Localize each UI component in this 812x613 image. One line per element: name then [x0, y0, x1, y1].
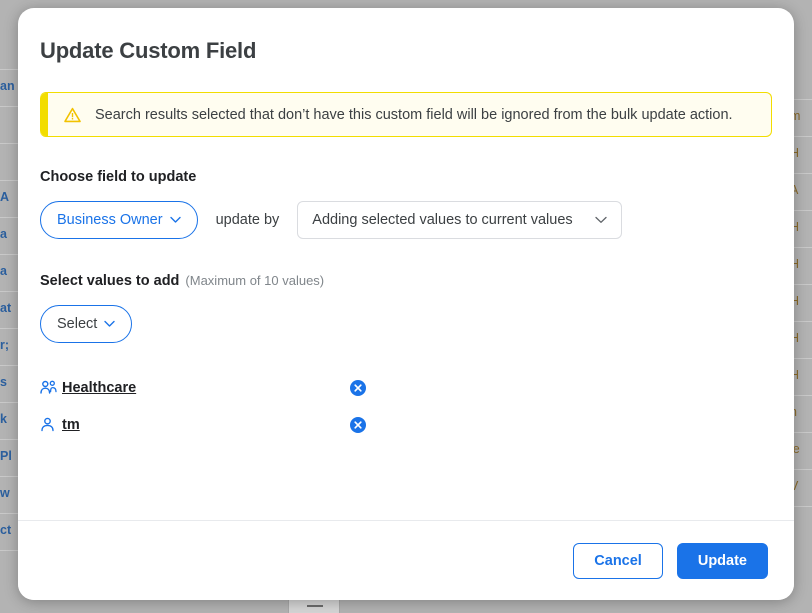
value-label[interactable]: tm [62, 417, 80, 433]
background-bottom-bar [0, 600, 812, 613]
background-taskbar-tab [288, 600, 340, 613]
select-values-label: Select values to add (Maximum of 10 value… [40, 273, 772, 289]
choose-field-row: Business Owner update by Adding selected… [40, 201, 772, 239]
background-text-fragment: A [0, 190, 10, 204]
background-text-fragment: ct [0, 523, 12, 537]
select-values-title: Select values to add [40, 273, 180, 289]
background-text-fragment: s [0, 375, 7, 389]
chevron-down-icon [104, 316, 116, 332]
page-title: Update Custom Field [40, 38, 257, 63]
update-button[interactable]: Update [676, 542, 768, 579]
dialog-footer: Cancel Update [18, 520, 794, 600]
field-select-value: Business Owner [57, 212, 163, 228]
selected-values-list: Healthcare tm [40, 369, 772, 443]
select-values-hint: (Maximum of 10 values) [185, 273, 325, 288]
list-item: Healthcare [40, 369, 772, 406]
background-text-fragment: a [0, 227, 7, 241]
background-text-fragment: r; [0, 338, 10, 352]
update-custom-field-dialog: Update Custom Field Search results selec… [18, 8, 794, 600]
update-mode-select[interactable]: Adding selected values to current values [297, 201, 622, 239]
value-label[interactable]: Healthcare [62, 380, 136, 396]
background-text-fragment: Pl [0, 449, 12, 463]
warning-triangle-icon [64, 107, 81, 123]
background-text-fragment: a [0, 264, 7, 278]
chevron-down-icon [594, 212, 607, 228]
warning-banner: Search results selected that don’t have … [40, 92, 772, 137]
list-item: tm [40, 406, 772, 443]
choose-field-label: Choose field to update [40, 169, 197, 185]
warning-message: Search results selected that don’t have … [95, 106, 733, 123]
dialog-body: Update Custom Field Search results selec… [18, 8, 794, 520]
background-text-fragment: w [0, 486, 10, 500]
update-by-label: update by [215, 212, 280, 228]
remove-circle-icon[interactable] [350, 379, 366, 396]
group-icon [40, 380, 62, 395]
update-mode-value: Adding selected values to current values [312, 212, 573, 228]
background-text-fragment: an [0, 79, 15, 93]
chevron-down-icon [169, 212, 181, 228]
cancel-button[interactable]: Cancel [573, 542, 663, 579]
background-text-fragment: at [0, 301, 12, 315]
remove-circle-icon[interactable] [350, 416, 366, 433]
person-icon [40, 417, 62, 432]
select-values-button-label: Select [57, 316, 98, 332]
select-values-button[interactable]: Select [40, 305, 133, 343]
background-text-fragment: k [0, 412, 7, 426]
field-select[interactable]: Business Owner [40, 201, 198, 239]
